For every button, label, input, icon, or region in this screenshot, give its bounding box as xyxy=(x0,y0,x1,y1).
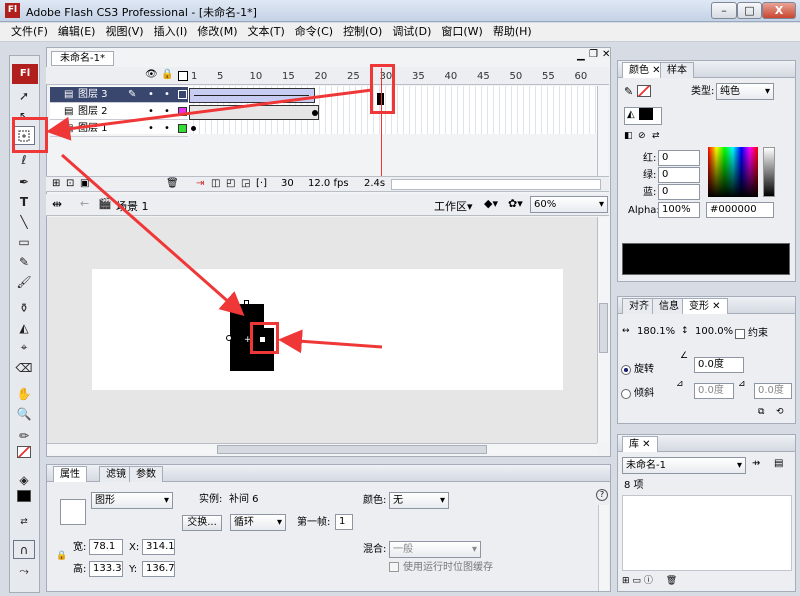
library-list[interactable] xyxy=(622,495,792,571)
rotate-angle-icon: ∠ xyxy=(680,351,689,361)
pin-library-icon[interactable]: ⇸ xyxy=(752,458,760,469)
skew-h-input[interactable]: 0.0度 xyxy=(694,383,734,399)
swap-colors-panel-icon[interactable]: ⇄ xyxy=(652,131,660,141)
symbol-type-select[interactable]: 图形 xyxy=(91,492,173,509)
color-tabbar: 颜色 ✕ 样本 xyxy=(618,61,795,78)
transform-tabbar: 对齐 信息 变形 ✕ xyxy=(618,297,795,314)
first-frame-input[interactable]: 1 xyxy=(335,514,353,530)
help-icon[interactable]: ? xyxy=(596,489,608,501)
blue-label: 蓝: xyxy=(643,187,657,198)
brightness-slider[interactable] xyxy=(763,147,775,197)
delete-icon[interactable]: 🗑 xyxy=(666,576,677,586)
x-input[interactable]: 314.1 xyxy=(142,539,175,555)
library-item-count: 8 项 xyxy=(624,480,644,491)
y-input[interactable]: 136.7 xyxy=(142,561,175,577)
color-preview xyxy=(622,243,790,275)
library-panel: 库 ✕ 未命名-1 ⇸ ▤ 8 项 ⊞ ▭ ⓘ 🗑 xyxy=(617,434,796,592)
constrain-checkbox[interactable] xyxy=(735,329,745,339)
tab-align[interactable]: 对齐 xyxy=(622,298,656,314)
loop-select[interactable]: 循环 xyxy=(230,514,286,531)
color-label: 颜色: xyxy=(363,495,387,506)
blend-label: 混合: xyxy=(363,544,387,555)
height-input[interactable]: 133.3 xyxy=(89,561,123,577)
first-frame-label: 第一帧: xyxy=(297,517,331,528)
fill-bucket-icon[interactable]: ◭ xyxy=(624,107,662,125)
constrain-label: 约束 xyxy=(748,328,768,339)
hex-input[interactable]: #000000 xyxy=(706,202,774,218)
alpha-label: Alpha: xyxy=(628,205,660,216)
color-spectrum[interactable] xyxy=(708,147,758,197)
green-input[interactable]: 0 xyxy=(658,167,700,183)
properties-vscroll[interactable] xyxy=(598,505,609,591)
skew-v-input[interactable]: 0.0度 xyxy=(754,383,792,399)
type-select[interactable]: 纯色 xyxy=(716,83,774,100)
color-select[interactable]: 无 xyxy=(389,492,449,509)
red-label: 红: xyxy=(643,153,657,164)
stroke-pencil-icon[interactable]: ✎ xyxy=(624,85,633,98)
no-color-icon[interactable]: ⊘ xyxy=(638,131,646,141)
scale-width-icon: ↔ xyxy=(622,326,630,336)
instance-label: 实例: xyxy=(199,494,223,505)
tab-swatches[interactable]: 样本 xyxy=(660,62,694,78)
properties-tabbar: 属性 滤镜 参数 xyxy=(47,465,610,482)
skew-radio[interactable] xyxy=(621,389,631,399)
red-input[interactable]: 0 xyxy=(658,150,700,166)
tab-info[interactable]: 信息 xyxy=(652,298,686,314)
width-label: 宽: xyxy=(73,542,87,553)
color-panel: 颜色 ✕ 样本 ✎ 类型: 纯色 ◭ ◧ ⊘ ⇄ 红: 0 绿: 0 蓝: 0 … xyxy=(617,60,796,282)
new-library-icon[interactable]: ▤ xyxy=(774,458,783,469)
scale-height-input[interactable]: 100.0% xyxy=(692,325,734,341)
type-label: 类型: xyxy=(691,86,715,97)
stroke-none-swatch[interactable] xyxy=(637,85,651,97)
library-tabbar: 库 ✕ xyxy=(618,435,795,452)
copy-transform-icon[interactable]: ⧉ xyxy=(758,407,764,417)
properties-icon[interactable]: ⓘ xyxy=(644,576,653,586)
width-input[interactable]: 78.1 xyxy=(89,539,123,555)
rotate-input[interactable]: 0.0度 xyxy=(694,357,744,373)
blue-input[interactable]: 0 xyxy=(658,184,700,200)
tab-filters[interactable]: 滤镜 xyxy=(99,466,133,482)
scale-height-icon: ↕ xyxy=(681,326,689,336)
rotate-radio[interactable] xyxy=(621,365,631,375)
symbol-icon xyxy=(60,499,86,525)
library-footer: ⊞ ▭ ⓘ 🗑 xyxy=(618,573,795,591)
instance-name: 补间 6 xyxy=(229,494,259,505)
new-symbol-icon[interactable]: ⊞ xyxy=(622,576,630,586)
tab-transform[interactable]: 变形 ✕ xyxy=(682,298,728,314)
properties-panel: 属性 滤镜 参数 ? 图形 实例: 补间 6 交换... 循环 第一帧: 1 颜… xyxy=(46,464,611,592)
cache-checkbox[interactable] xyxy=(389,562,399,572)
tab-parameters[interactable]: 参数 xyxy=(129,466,163,482)
green-label: 绿: xyxy=(643,170,657,181)
skew-h-icon: ⊿ xyxy=(676,379,684,389)
new-folder-icon[interactable]: ▭ xyxy=(632,576,641,586)
skew-v-icon: ⊿ xyxy=(738,379,746,389)
alpha-input[interactable]: 100% xyxy=(658,202,700,218)
lock-proportions-icon[interactable]: 🔒 xyxy=(56,551,67,561)
transform-panel: 对齐 信息 变形 ✕ ↔ 180.1% ↕ 100.0% 约束 旋转 ∠ 0.0… xyxy=(617,296,796,424)
rotate-label: 旋转 xyxy=(634,364,654,375)
skew-label: 倾斜 xyxy=(634,388,654,399)
swap-button[interactable]: 交换... xyxy=(182,515,222,531)
tab-library[interactable]: 库 ✕ xyxy=(622,436,658,452)
cache-label: 使用运行时位图缓存 xyxy=(403,562,493,573)
height-label: 高: xyxy=(73,564,87,575)
default-colors-icon[interactable]: ◧ xyxy=(624,131,633,141)
tab-properties[interactable]: 属性 xyxy=(53,466,87,482)
blend-select[interactable]: 一般 xyxy=(389,541,481,558)
scale-width-input[interactable]: 180.1% xyxy=(634,325,676,341)
reset-transform-icon[interactable]: ⟲ xyxy=(776,407,784,417)
library-document-select[interactable]: 未命名-1 xyxy=(622,457,746,474)
x-label: X: xyxy=(129,542,140,553)
y-label: Y: xyxy=(129,564,138,575)
